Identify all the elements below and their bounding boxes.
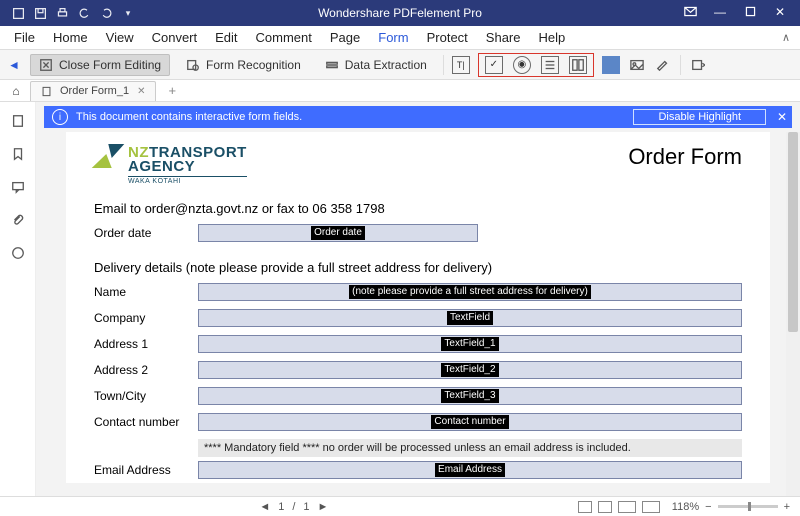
- disable-highlight-button[interactable]: Disable Highlight: [633, 109, 766, 125]
- next-page-icon[interactable]: ►: [318, 501, 329, 513]
- menu-share[interactable]: Share: [486, 30, 521, 45]
- close-button[interactable]: ✕: [770, 5, 790, 21]
- thumbnails-icon[interactable]: [11, 114, 25, 131]
- minimize-button[interactable]: —: [710, 5, 730, 21]
- field-contact[interactable]: Contact number: [198, 413, 742, 431]
- data-extraction-button[interactable]: Data Extraction: [317, 55, 435, 75]
- prev-page-icon[interactable]: ◄: [259, 501, 270, 513]
- form-notice-bar: i This document contains interactive for…: [44, 106, 792, 128]
- ribbon-back-icon[interactable]: ◄: [8, 58, 22, 72]
- workspace: i This document contains interactive for…: [0, 102, 800, 496]
- menu-home[interactable]: Home: [53, 30, 88, 45]
- field-address1[interactable]: TextField_1: [198, 335, 742, 353]
- view-two-page-icon[interactable]: [618, 501, 636, 513]
- more-tools-icon[interactable]: [689, 56, 707, 74]
- field-town[interactable]: TextField_3: [198, 387, 742, 405]
- menu-edit[interactable]: Edit: [215, 30, 237, 45]
- view-two-continuous-icon[interactable]: [642, 501, 660, 513]
- label-company: Company: [94, 311, 198, 325]
- document-tabs: ⌂ Order Form_1 ✕ +: [0, 80, 800, 102]
- zoom-out-button[interactable]: −: [705, 501, 711, 513]
- view-continuous-icon[interactable]: [598, 501, 612, 513]
- search-panel-icon[interactable]: [11, 246, 25, 263]
- page-current[interactable]: 1: [278, 501, 284, 513]
- side-panel: [0, 102, 36, 496]
- listbox-tool-icon[interactable]: [569, 56, 587, 74]
- close-form-editing-button[interactable]: Close Form Editing: [30, 54, 170, 76]
- combobox-tool-icon[interactable]: [541, 56, 559, 74]
- page-title: Order Form: [628, 144, 742, 170]
- mail-icon[interactable]: [680, 5, 700, 21]
- form-recognition-button[interactable]: Form Recognition: [178, 55, 309, 75]
- field-order-date[interactable]: Order date: [198, 224, 478, 242]
- label-name: Name: [94, 285, 198, 299]
- text-field-tool-icon[interactable]: T|: [452, 56, 470, 74]
- menu-bar: File Home View Convert Edit Comment Page…: [0, 26, 800, 50]
- button-tool-icon[interactable]: [602, 56, 620, 74]
- menu-file[interactable]: File: [14, 30, 35, 45]
- maximize-button[interactable]: [740, 5, 760, 21]
- ribbon-form: ◄ Close Form Editing Form Recognition Da…: [0, 50, 800, 80]
- signature-tool-icon[interactable]: [654, 56, 672, 74]
- menu-help[interactable]: Help: [539, 30, 566, 45]
- radio-tool-icon[interactable]: ◉: [513, 56, 531, 74]
- view-single-icon[interactable]: [578, 501, 592, 513]
- field-name[interactable]: (note please provide a full street addre…: [198, 283, 742, 301]
- zoom-slider[interactable]: [718, 505, 778, 508]
- notice-close-icon[interactable]: ✕: [772, 110, 792, 124]
- field-email[interactable]: Email Address: [198, 461, 742, 479]
- page-total: 1: [303, 501, 309, 513]
- menu-view[interactable]: View: [106, 30, 134, 45]
- label-address1: Address 1: [94, 337, 198, 351]
- label-address2: Address 2: [94, 363, 198, 377]
- label-contact: Contact number: [94, 415, 198, 429]
- tab-close-icon[interactable]: ✕: [137, 86, 145, 97]
- highlighted-tools-group: ✓ ◉: [478, 53, 594, 77]
- email-instruction: Email to order@nzta.govt.nz or fax to 06…: [94, 201, 742, 216]
- notice-message: This document contains interactive form …: [76, 111, 633, 123]
- attachments-icon[interactable]: [11, 213, 25, 230]
- title-bar: ▾ Wondershare PDFelement Pro — ✕: [0, 0, 800, 26]
- label-email: Email Address: [94, 463, 198, 477]
- status-bar: ◄ 1 / 1 ► 118% − +: [0, 496, 800, 516]
- vertical-scrollbar[interactable]: [786, 132, 800, 496]
- mandatory-note: **** Mandatory field **** no order will …: [198, 439, 742, 457]
- menu-form[interactable]: Form: [378, 30, 408, 45]
- collapse-ribbon-icon[interactable]: ∧: [782, 31, 790, 44]
- menu-protect[interactable]: Protect: [427, 30, 468, 45]
- info-icon: i: [52, 109, 68, 125]
- image-tool-icon[interactable]: [628, 56, 646, 74]
- home-tab-icon[interactable]: ⌂: [8, 84, 24, 98]
- menu-convert[interactable]: Convert: [152, 30, 198, 45]
- bookmarks-icon[interactable]: [11, 147, 25, 164]
- page-separator: /: [292, 501, 295, 513]
- new-tab-button[interactable]: +: [162, 83, 176, 98]
- pdf-page: NZTRANSPORT AGENCY WAKA KOTAHI Order For…: [66, 132, 770, 483]
- field-address2[interactable]: TextField_2: [198, 361, 742, 379]
- field-company[interactable]: TextField: [198, 309, 742, 327]
- zoom-value: 118%: [672, 501, 699, 513]
- comments-icon[interactable]: [11, 180, 25, 197]
- logo-mark-icon: [94, 144, 122, 168]
- menu-page[interactable]: Page: [330, 30, 360, 45]
- menu-comment[interactable]: Comment: [256, 30, 312, 45]
- document-canvas: i This document contains interactive for…: [36, 102, 800, 496]
- zoom-in-button[interactable]: +: [784, 501, 790, 513]
- document-tab[interactable]: Order Form_1 ✕: [30, 81, 156, 101]
- nzta-logo: NZTRANSPORT AGENCY WAKA KOTAHI: [94, 144, 247, 185]
- delivery-heading: Delivery details (note please provide a …: [94, 260, 742, 275]
- label-order-date: Order date: [94, 226, 198, 240]
- checkbox-tool-icon[interactable]: ✓: [485, 56, 503, 74]
- label-town: Town/City: [94, 389, 198, 403]
